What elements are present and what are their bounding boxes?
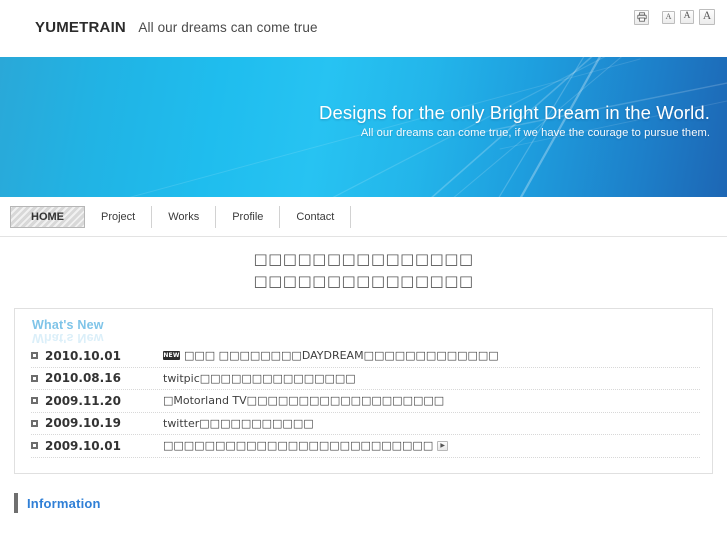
site-header: YUMETRAIN All our dreams can come true A… — [0, 0, 727, 57]
printer-icon[interactable] — [634, 9, 649, 25]
nav-item-home[interactable]: HOME — [10, 205, 85, 228]
hero-subtitle: All our dreams can come true, if we have… — [360, 127, 710, 140]
news-item-text[interactable]: twitter□□□□□□□□□□□ — [163, 417, 314, 430]
nav-item-project[interactable]: Project — [85, 205, 153, 228]
bullet-icon — [31, 352, 38, 360]
news-item-body: □Motorland TV□□□□□□□□□□□□□□□□□□□ — [163, 394, 444, 407]
main-navigation: HOME Project Works Profile Contact — [0, 197, 727, 237]
hero-title: Designs for the only Bright Dream in the… — [319, 102, 710, 123]
nav-item-contact[interactable]: Contact — [280, 205, 352, 228]
bullet-icon — [31, 374, 38, 382]
news-item-text[interactable]: twitpic□□□□□□□□□□□□□□□ — [163, 372, 356, 385]
news-item-date: 2009.10.01 — [45, 438, 121, 453]
nav-item-works[interactable]: Works — [152, 205, 217, 228]
news-item[interactable]: 2009.10.01 □□□□□□□□□□□□□□□□□□□□□□□□□□ ▶ — [31, 435, 700, 458]
font-size-medium-button[interactable]: A — [680, 10, 694, 24]
bullet-icon — [31, 442, 38, 450]
news-item[interactable]: 2009.11.20 □Motorland TV□□□□□□□□□□□□□□□□… — [31, 390, 700, 413]
news-item-date: 2009.10.19 — [45, 416, 121, 431]
font-size-small-label: A — [665, 12, 672, 21]
new-badge-icon: NEW — [163, 351, 180, 361]
whats-new-panel: What's New 2010.10.01 NEW □□□ □□□□□□□□DA… — [14, 308, 713, 474]
nav-item-project-label: Project — [101, 210, 136, 223]
news-item-date: 2009.11.20 — [45, 393, 121, 408]
page-headline-line-2: □□□□□□□□□□□□□□□ — [253, 272, 474, 290]
font-size-small-button[interactable]: A — [662, 10, 675, 24]
page-headline-line-1: □□□□□□□□□□□□□□□ — [253, 250, 474, 268]
font-size-medium-label: A — [683, 11, 691, 22]
hero-banner: Designs for the only Bright Dream in the… — [0, 57, 727, 197]
news-item[interactable]: 2010.10.01 NEW □□□ □□□□□□□□DAYDREAM□□□□□… — [31, 345, 700, 368]
bullet-icon — [31, 419, 38, 427]
brand-name: YUMETRAIN — [35, 19, 126, 36]
news-item-body: □□□□□□□□□□□□□□□□□□□□□□□□□□ ▶ — [163, 439, 449, 452]
bullet-icon — [31, 397, 38, 405]
whats-new-list: 2010.10.01 NEW □□□ □□□□□□□□DAYDREAM□□□□□… — [31, 345, 700, 458]
nav-item-profile[interactable]: Profile — [216, 205, 281, 228]
page-headline: □□□□□□□□□□□□□□□ □□□□□□□□□□□□□□□ — [0, 248, 727, 292]
nav-item-profile-label: Profile — [232, 210, 264, 223]
bottom-clipped-strip: DAYDREAM — [0, 530, 727, 545]
news-item-text[interactable]: □□□□□□□□□□□□□□□□□□□□□□□□□□ — [163, 439, 433, 452]
news-item-body: NEW □□□ □□□□□□□□DAYDREAM□□□□□□□□□□□□□ — [163, 349, 499, 362]
header-tools: A A A — [634, 9, 715, 25]
news-item[interactable]: 2010.08.16 twitpic□□□□□□□□□□□□□□□ — [31, 368, 700, 390]
news-item-date: 2010.08.16 — [45, 371, 121, 386]
whats-new-title: What's New — [32, 318, 104, 332]
page-root: YUMETRAIN All our dreams can come true A… — [0, 0, 727, 545]
brand-tagline: All our dreams can come true — [138, 20, 318, 35]
news-item-body: twitpic□□□□□□□□□□□□□□□ — [163, 372, 356, 385]
font-size-large-label: A — [702, 10, 712, 23]
news-item-text[interactable]: □□□ □□□□□□□□DAYDREAM□□□□□□□□□□□□□ — [184, 349, 499, 362]
information-label: Information — [27, 495, 101, 511]
nav-item-contact-label: Contact — [296, 210, 335, 223]
brand: YUMETRAIN All our dreams can come true — [35, 19, 318, 37]
news-item-body: twitter□□□□□□□□□□□ — [163, 417, 314, 430]
news-item-date: 2010.10.01 — [45, 348, 121, 363]
play-arrow-icon[interactable]: ▶ — [437, 440, 449, 451]
information-heading: Information — [14, 493, 101, 513]
nav-item-home-label: HOME — [31, 210, 64, 223]
section-accent-bar — [14, 493, 18, 513]
news-item-text[interactable]: □Motorland TV□□□□□□□□□□□□□□□□□□□ — [163, 394, 444, 407]
font-size-large-button[interactable]: A — [699, 9, 715, 25]
hero-copy: Designs for the only Bright Dream in the… — [319, 102, 710, 139]
nav-item-works-label: Works — [168, 210, 200, 223]
news-item[interactable]: 2009.10.19 twitter□□□□□□□□□□□ — [31, 413, 700, 435]
nav-list: HOME Project Works Profile Contact — [10, 205, 352, 228]
